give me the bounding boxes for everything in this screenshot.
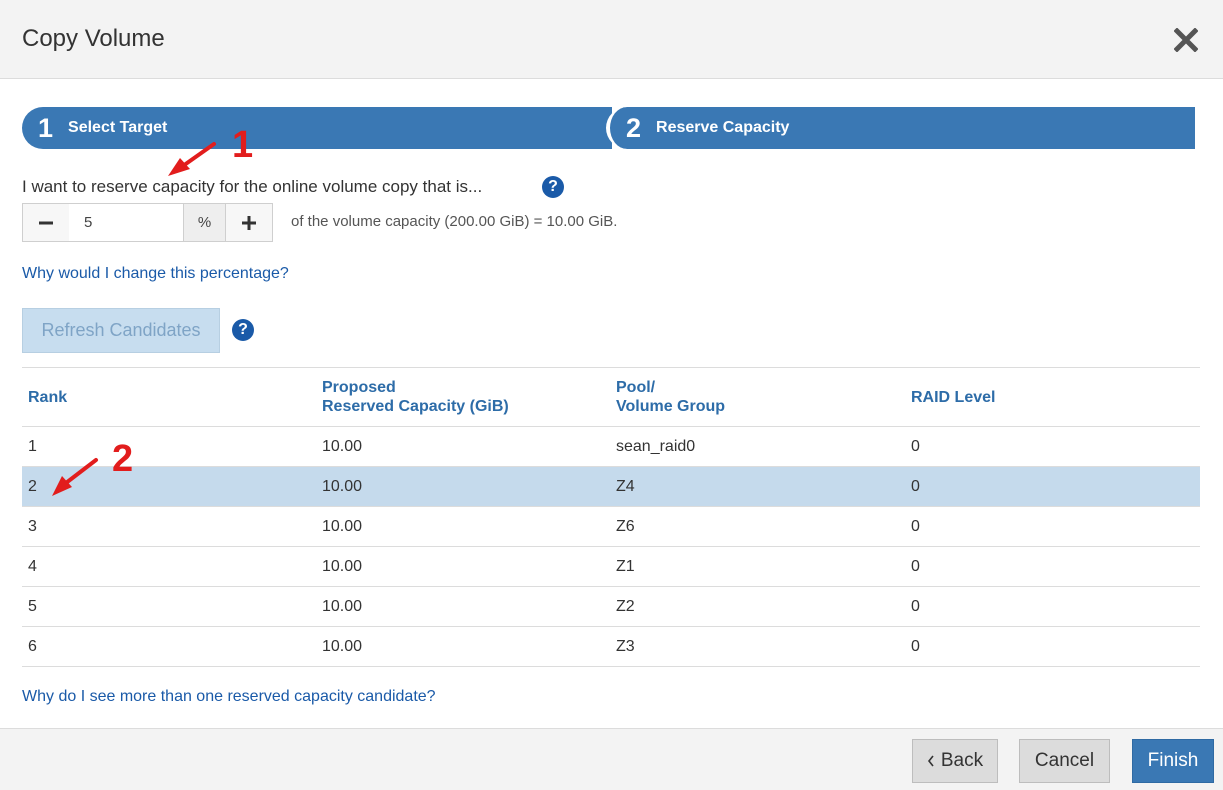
annotation-arrow-icon	[52, 458, 98, 496]
column-header-rank[interactable]: Rank	[22, 367, 316, 427]
cell-raid: 0	[905, 586, 1200, 627]
close-icon[interactable]	[1170, 24, 1202, 56]
increment-button[interactable]	[226, 203, 273, 242]
column-header-pool[interactable]: Pool/ Volume Group	[610, 367, 905, 427]
cell-rank: 5	[22, 586, 316, 627]
table-row[interactable]: 3 10.00 Z6 0	[22, 506, 1200, 547]
finish-button[interactable]: Finish	[1132, 739, 1214, 783]
column-header-pool-line1: Pool/	[616, 379, 656, 396]
minus-icon	[39, 221, 53, 224]
table-row[interactable]: 1 10.00 sean_raid0 0	[22, 426, 1200, 467]
table-header-row: Rank Proposed Reserved Capacity (GiB) Po…	[22, 367, 1200, 427]
why-change-percentage-link[interactable]: Why would I change this percentage?	[22, 265, 289, 283]
cell-capacity: 10.00	[316, 426, 610, 467]
help-icon[interactable]: ?	[542, 176, 564, 198]
cell-rank: 4	[22, 546, 316, 587]
cell-raid: 0	[905, 466, 1200, 507]
cell-capacity: 10.00	[316, 626, 610, 667]
annotation-number-one: 1	[232, 124, 254, 166]
step-number: 2	[626, 112, 642, 143]
column-header-pool-line2: Volume Group	[616, 398, 726, 415]
reserve-percentage-stepper: %	[22, 203, 273, 242]
step-number: 1	[38, 112, 54, 143]
capacity-note: of the volume capacity (200.00 GiB) = 10…	[291, 213, 618, 230]
step-label: Select Target	[68, 119, 168, 136]
annotation-arrow-icon	[168, 142, 216, 176]
cell-pool: Z2	[610, 586, 905, 627]
column-header-raid[interactable]: RAID Level	[905, 367, 1200, 427]
reserve-prompt: I want to reserve capacity for the onlin…	[22, 177, 483, 196]
table-row-selected[interactable]: 2 10.00 Z4 0	[22, 466, 1200, 507]
cell-raid: 0	[905, 426, 1200, 467]
back-label: Back	[940, 750, 984, 771]
cancel-button[interactable]: Cancel	[1019, 739, 1110, 783]
cell-pool: Z3	[610, 626, 905, 667]
column-header-capacity-line1: Proposed	[322, 379, 396, 396]
cell-capacity: 10.00	[316, 546, 610, 587]
back-button[interactable]: Back	[912, 739, 998, 783]
column-header-capacity-line2: Reserved Capacity (GiB)	[322, 398, 509, 415]
table-row[interactable]: 6 10.00 Z3 0	[22, 626, 1200, 667]
annotation-number-two: 2	[112, 438, 134, 480]
cell-pool: Z1	[610, 546, 905, 587]
why-more-candidates-link[interactable]: Why do I see more than one reserved capa…	[22, 688, 436, 706]
cell-raid: 0	[905, 506, 1200, 547]
cell-capacity: 10.00	[316, 466, 610, 507]
cell-capacity: 10.00	[316, 506, 610, 547]
plus-icon	[242, 215, 256, 230]
help-icon[interactable]: ?	[232, 319, 254, 341]
dialog-title: Copy Volume	[22, 25, 165, 52]
table-row[interactable]: 4 10.00 Z1 0	[22, 546, 1200, 587]
cell-pool: Z4	[610, 466, 905, 507]
cell-pool: sean_raid0	[610, 426, 905, 467]
wizard-step-select-target[interactable]: 1 Select Target	[22, 107, 612, 149]
dialog-header: Copy Volume	[0, 0, 1223, 79]
cell-raid: 0	[905, 546, 1200, 587]
chevron-left-icon	[927, 755, 934, 767]
percent-unit: %	[184, 203, 226, 242]
cell-capacity: 10.00	[316, 586, 610, 627]
cell-rank: 6	[22, 626, 316, 667]
dialog-footer: Back Cancel Finish	[0, 728, 1223, 790]
refresh-candidates-button[interactable]: Refresh Candidates	[22, 308, 220, 353]
cell-raid: 0	[905, 626, 1200, 667]
table-row[interactable]: 5 10.00 Z2 0	[22, 586, 1200, 627]
decrement-button[interactable]	[22, 203, 69, 242]
candidates-table: Rank Proposed Reserved Capacity (GiB) Po…	[22, 367, 1200, 667]
wizard-step-reserve-capacity[interactable]: 2 Reserve Capacity	[606, 107, 1195, 149]
reserve-percentage-input[interactable]	[69, 203, 184, 242]
cell-rank: 3	[22, 506, 316, 547]
step-label: Reserve Capacity	[656, 119, 790, 136]
column-header-capacity[interactable]: Proposed Reserved Capacity (GiB)	[316, 367, 610, 427]
cell-pool: Z6	[610, 506, 905, 547]
